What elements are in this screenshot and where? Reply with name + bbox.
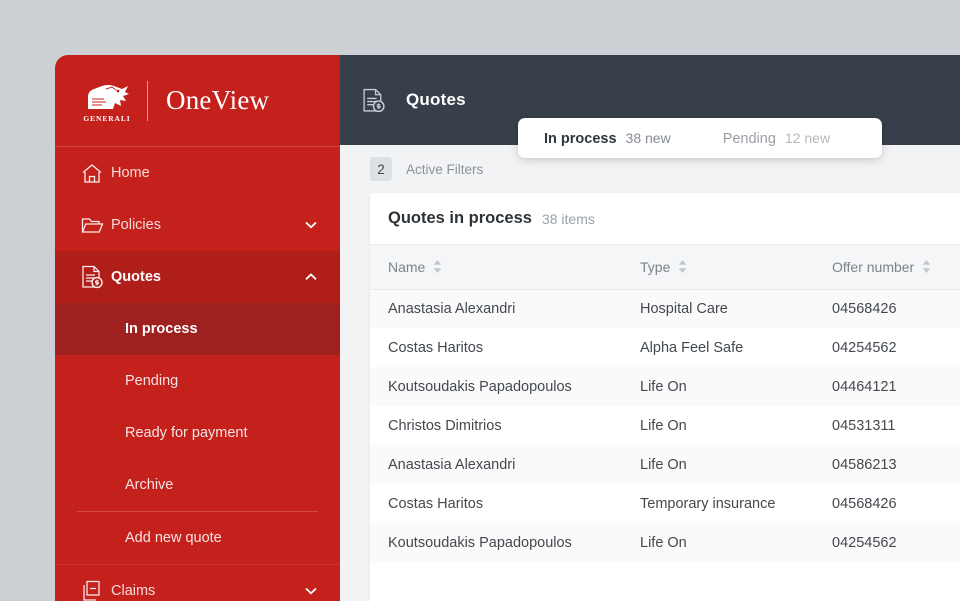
app-name: OneView — [166, 85, 270, 115]
column-header-name[interactable]: Name — [370, 245, 622, 290]
sidebar-item-policies[interactable]: Policies — [55, 199, 340, 251]
quotes-table: Name Type Offer number Anastasia Alexand… — [370, 245, 960, 562]
sidebar: GENERALI OneView Home Policies Quotes In… — [55, 55, 340, 601]
sidebar-nav-bottom: Claims — [55, 564, 340, 601]
sidebar-item-add-new-quote[interactable]: Add new quote — [55, 512, 340, 564]
sidebar-subitem-label: Add new quote — [125, 530, 222, 546]
cell-name: Costas Haritos — [388, 339, 484, 356]
sidebar-item-label: Home — [111, 165, 150, 181]
sidebar-item-claims[interactable]: Claims — [55, 565, 340, 601]
sidebar-item-pending[interactable]: Pending — [55, 355, 340, 407]
chevron-down-icon[interactable] — [304, 221, 318, 229]
page-title: Quotes — [406, 90, 466, 109]
sidebar-item-in-process[interactable]: In process — [55, 303, 340, 355]
tab-in-process[interactable]: In process 38 new — [544, 130, 671, 147]
cell-offer: 04586213 — [832, 456, 897, 473]
main-content: Quotes In process 38 new Pending 12 new … — [340, 55, 960, 601]
home-icon — [81, 163, 111, 184]
cell-offer: 04254562 — [832, 534, 897, 551]
brand-wordmark: GENERALI — [83, 113, 131, 123]
cell-name: Koutsoudakis Papadopoulos — [388, 534, 572, 551]
table-row[interactable]: Anastasia Alexandri Life On 04586213 — [370, 445, 960, 484]
sidebar-item-archive[interactable]: Archive — [55, 459, 340, 511]
table-row[interactable]: Costas Haritos Temporary insurance 0456842… — [370, 484, 960, 523]
table-row[interactable]: Costas Haritos Alpha Feel Safe 04254562 — [370, 328, 960, 367]
sidebar-item-label: Policies — [111, 217, 161, 233]
sidebar-item-quotes[interactable]: Quotes — [55, 251, 340, 303]
cell-name: Costas Haritos — [388, 495, 484, 512]
sidebar-item-label: Claims — [111, 583, 156, 599]
sort-arrows-icon[interactable] — [433, 260, 442, 274]
sidebar-subitem-label: In process — [125, 321, 198, 337]
claims-documents-icon — [81, 580, 111, 601]
sidebar-item-label: Quotes — [111, 269, 161, 285]
cell-type: Life On — [640, 417, 687, 434]
cell-name: Anastasia Alexandri — [388, 300, 516, 317]
screen: GENERALI OneView Home Policies Quotes In… — [0, 0, 960, 601]
folder-icon — [81, 215, 111, 235]
chevron-down-icon[interactable] — [304, 587, 318, 595]
sidebar-subitem-label: Pending — [125, 373, 179, 389]
cell-offer: 04531311 — [832, 417, 896, 434]
table-body: Anastasia Alexandri Hospital Care 04568426… — [370, 289, 960, 562]
column-header-offer-number[interactable]: Offer number — [814, 245, 960, 290]
column-label: Type — [640, 258, 671, 275]
table-header: Name Type Offer number — [370, 245, 960, 290]
sidebar-item-home[interactable]: Home — [55, 147, 340, 199]
active-filters-label: Active Filters — [406, 161, 484, 177]
sidebar-subitem-label: Ready for payment — [125, 425, 248, 441]
app-window: GENERALI OneView Home Policies Quotes In… — [55, 55, 960, 601]
cell-offer: 04568426 — [832, 300, 897, 317]
cell-name: Anastasia Alexandri — [388, 456, 516, 473]
table-row[interactable]: Anastasia Alexandri Hospital Care 04568426 — [370, 289, 960, 328]
tab-count: 38 new — [625, 129, 671, 146]
status-tabs: In process 38 new Pending 12 new — [518, 118, 883, 158]
brand-logo[interactable]: GENERALI OneView — [55, 55, 340, 147]
brand-divider — [147, 80, 148, 121]
cell-type: Alpha Feel Safe — [640, 339, 744, 356]
sort-arrows-icon[interactable] — [678, 260, 687, 274]
quote-document-icon — [362, 88, 392, 113]
quotes-table-card: Quotes in process 38 items Name Type Off… — [370, 193, 960, 601]
sidebar-subnav-quotes: In process Pending Ready for payment Arc… — [55, 303, 340, 564]
table-row[interactable]: Koutsoudakis Papadopoulos Life On 04464121 — [370, 367, 960, 406]
cell-type: Life On — [640, 378, 687, 395]
tab-count: 12 new — [784, 129, 831, 146]
cell-type: Hospital Care — [640, 300, 728, 317]
generali-lion-icon: GENERALI — [81, 79, 133, 123]
cell-type: Temporary insurance — [640, 495, 776, 512]
table-header-row: Name Type Offer number — [370, 245, 960, 290]
sidebar-item-ready-for-payment[interactable]: Ready for payment — [55, 407, 340, 459]
active-filters-count-badge: 2 — [370, 157, 392, 181]
column-label: Name — [388, 258, 426, 275]
table-row[interactable]: Christos Dimitrios Life On 04531311 — [370, 406, 960, 445]
cell-offer: 04464121 — [832, 378, 897, 395]
cell-type: Life On — [640, 534, 687, 551]
quote-document-icon — [81, 265, 111, 289]
cell-offer: 04568426 — [832, 495, 897, 512]
table-title: Quotes in process — [388, 209, 532, 227]
table-title-bar: Quotes in process 38 items — [370, 193, 960, 245]
cell-name: Koutsoudakis Papadopoulos — [388, 378, 572, 395]
table-item-count: 38 items — [541, 210, 595, 227]
cell-type: Life On — [640, 456, 687, 473]
tab-label: Pending — [722, 130, 776, 147]
table-row[interactable]: Koutsoudakis Papadopoulos Life On 04254562 — [370, 523, 960, 562]
column-label: Offer number — [832, 258, 915, 275]
cell-name: Christos Dimitrios — [388, 417, 502, 434]
column-header-type[interactable]: Type — [622, 245, 814, 290]
cell-offer: 04254562 — [832, 339, 897, 356]
chevron-up-icon[interactable] — [304, 273, 318, 281]
sort-arrows-icon[interactable] — [922, 260, 931, 274]
tab-label: In process — [544, 130, 617, 147]
sidebar-nav: Home Policies Quotes In process Pending … — [55, 147, 340, 601]
tab-pending[interactable]: Pending 12 new — [723, 130, 830, 147]
sidebar-subitem-label: Archive — [125, 477, 174, 493]
